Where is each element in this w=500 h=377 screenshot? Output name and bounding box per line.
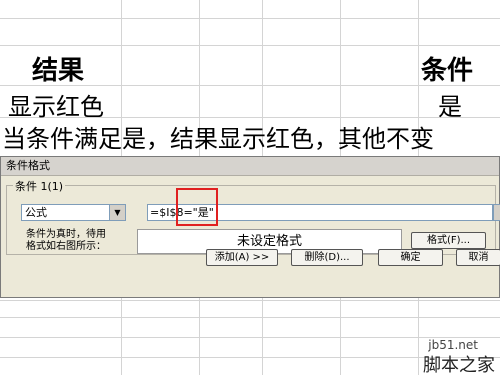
grid-line bbox=[0, 337, 500, 338]
cancel-button[interactable]: 取消 bbox=[456, 249, 500, 266]
ok-button[interactable]: 确定 bbox=[378, 249, 443, 266]
watermark-name: 脚本之家 bbox=[423, 355, 495, 376]
cell-show-red[interactable]: 显示红色 bbox=[8, 87, 104, 122]
grid-line bbox=[0, 300, 500, 301]
grid-line bbox=[0, 317, 500, 318]
format-hint-line1: 条件为真时，待用 bbox=[26, 229, 106, 240]
condition-type-value: 公式 bbox=[25, 206, 47, 219]
cell-result-header[interactable]: 结果 bbox=[32, 50, 84, 87]
delete-button[interactable]: 删除(D)... bbox=[291, 249, 363, 266]
add-button[interactable]: 添加(A) >> bbox=[206, 249, 278, 266]
grid-line bbox=[0, 18, 500, 19]
watermark-site: jb51.net bbox=[428, 338, 478, 352]
conditional-format-dialog: 条件格式 条件 1(1) 公式 ▼ =$I$8="是" 条件为真时，待用 格式如… bbox=[0, 156, 500, 298]
format-hint: 条件为真时，待用 格式如右图所示： bbox=[26, 229, 106, 253]
collapse-dialog-button[interactable] bbox=[493, 204, 500, 221]
cell-condition-header[interactable]: 条件 bbox=[421, 50, 473, 87]
format-hint-line2: 格式如右图所示： bbox=[26, 241, 106, 252]
condition-type-select[interactable]: 公式 ▼ bbox=[21, 204, 126, 221]
dialog-title[interactable]: 条件格式 bbox=[1, 157, 499, 176]
cell-yes[interactable]: 是 bbox=[438, 87, 462, 122]
condition-label: 条件 1(1) bbox=[13, 178, 66, 194]
grid-line bbox=[0, 45, 500, 46]
chevron-down-icon[interactable]: ▼ bbox=[109, 205, 125, 220]
cell-note[interactable]: 当条件满足是，结果显示红色，其他不变 bbox=[2, 119, 434, 154]
format-button[interactable]: 格式(F)... bbox=[411, 232, 486, 249]
formula-highlight-box bbox=[176, 188, 218, 226]
